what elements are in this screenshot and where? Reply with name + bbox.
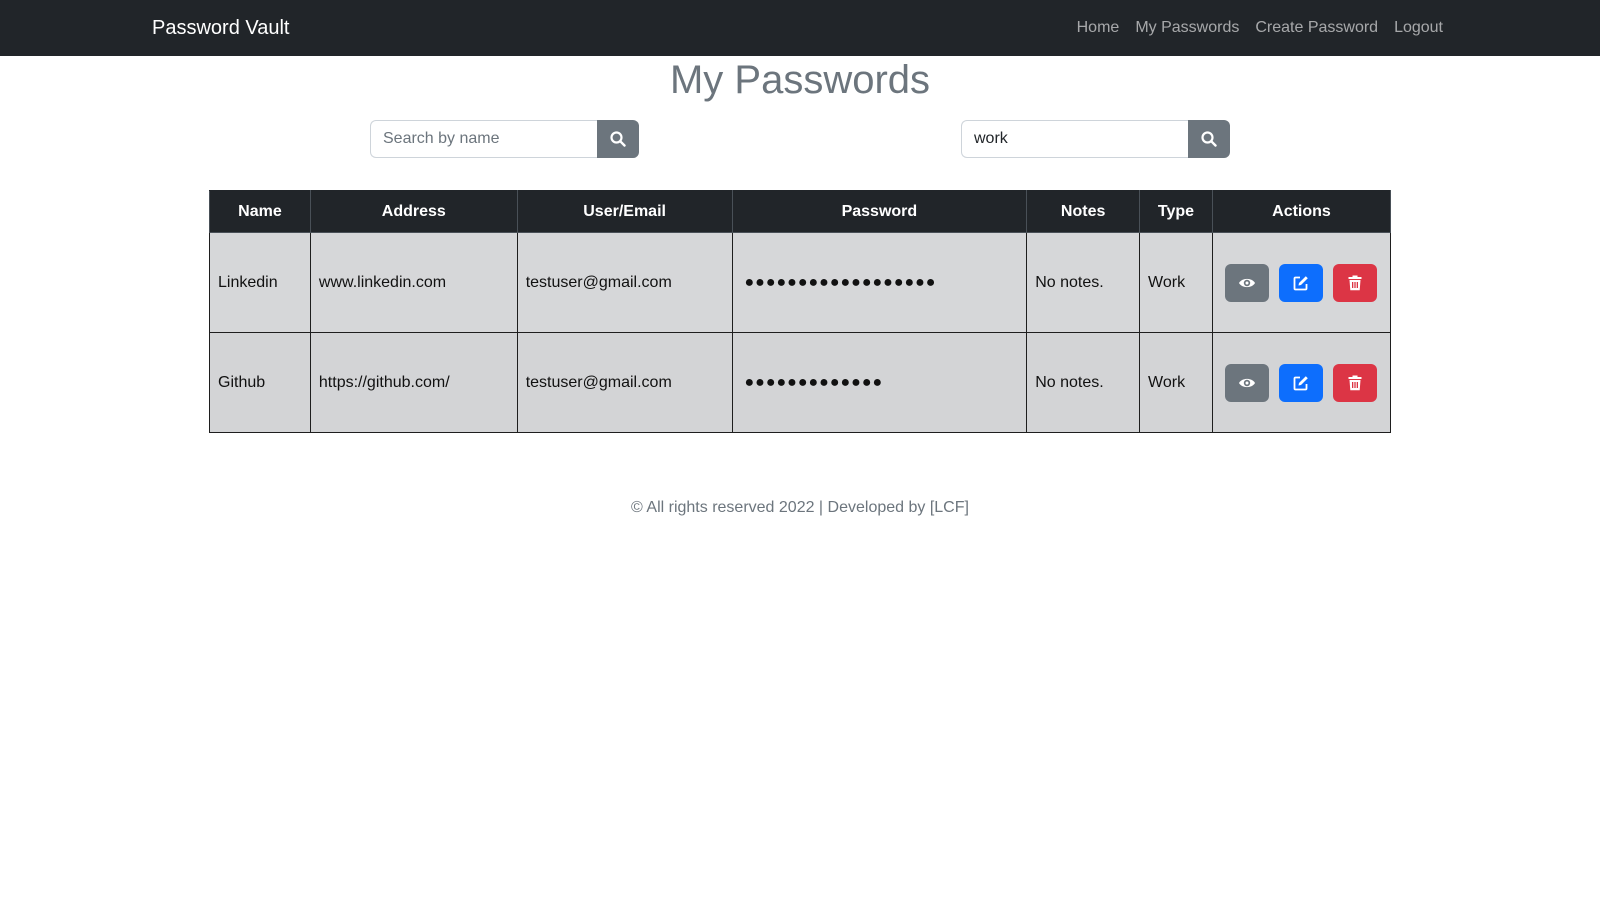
search-icon [610,131,626,147]
navbar-brand[interactable]: Password Vault [152,17,289,40]
edit-button[interactable] [1279,363,1324,402]
cell-notes: No notes. [1026,232,1141,333]
nav-link-my-passwords[interactable]: My Passwords [1135,19,1239,37]
nav-link-logout[interactable]: Logout [1394,19,1443,37]
search-type-button[interactable] [1188,120,1230,158]
cell-notes: No notes. [1026,332,1141,433]
trash-icon [1348,275,1362,290]
search-by-type-group [961,120,1230,158]
delete-button[interactable] [1333,263,1378,302]
table-header-row: Name Address User/Email Password Notes T… [209,190,1392,233]
search-icon [1201,131,1217,147]
cell-name: Linkedin [209,232,311,333]
column-header-name: Name [209,190,311,233]
eye-icon [1239,378,1256,387]
cell-user-email: testuser@gmail.com [516,332,733,433]
eye-icon [1239,278,1256,287]
cell-actions [1211,232,1392,333]
table-row: Github https://github.com/ testuser@gmai… [209,332,1392,433]
search-by-name-group [370,120,639,158]
column-header-address: Address [309,190,518,233]
cell-address: www.linkedin.com [309,232,518,333]
nav-link-create-password[interactable]: Create Password [1255,19,1378,37]
cell-actions [1211,332,1392,433]
column-header-notes: Notes [1026,190,1141,233]
passwords-table: Name Address User/Email Password Notes T… [209,190,1392,433]
search-name-input[interactable] [370,120,597,158]
cell-type: Work [1139,232,1213,333]
nav-links: Home My Passwords Create Password Logout [1077,19,1443,37]
cell-name: Github [209,332,311,433]
edit-icon [1294,375,1309,390]
column-header-user-email: User/Email [516,190,733,233]
footer-text: © All rights reserved 2022 | Developed b… [631,499,969,516]
view-button[interactable] [1225,363,1270,402]
search-name-button[interactable] [597,120,639,158]
search-type-input[interactable] [961,120,1188,158]
page-title: My Passwords [669,58,931,102]
delete-button[interactable] [1333,363,1378,402]
trash-icon [1348,375,1362,390]
cell-user-email: testuser@gmail.com [516,232,733,333]
column-header-actions: Actions [1211,190,1392,233]
cell-type: Work [1139,332,1213,433]
edit-button[interactable] [1279,263,1324,302]
cell-password: ●●●●●●●●●●●●● [731,332,1028,433]
table-row: Linkedin www.linkedin.com testuser@gmail… [209,232,1392,333]
cell-address: https://github.com/ [309,332,518,433]
column-header-type: Type [1139,190,1213,233]
column-header-password: Password [731,190,1028,233]
nav-link-home[interactable]: Home [1077,19,1120,37]
cell-password: ●●●●●●●●●●●●●●●●●● [731,232,1028,333]
edit-icon [1294,275,1309,290]
navbar: Password Vault Home My Passwords Create … [0,0,1600,56]
view-button[interactable] [1225,263,1270,302]
